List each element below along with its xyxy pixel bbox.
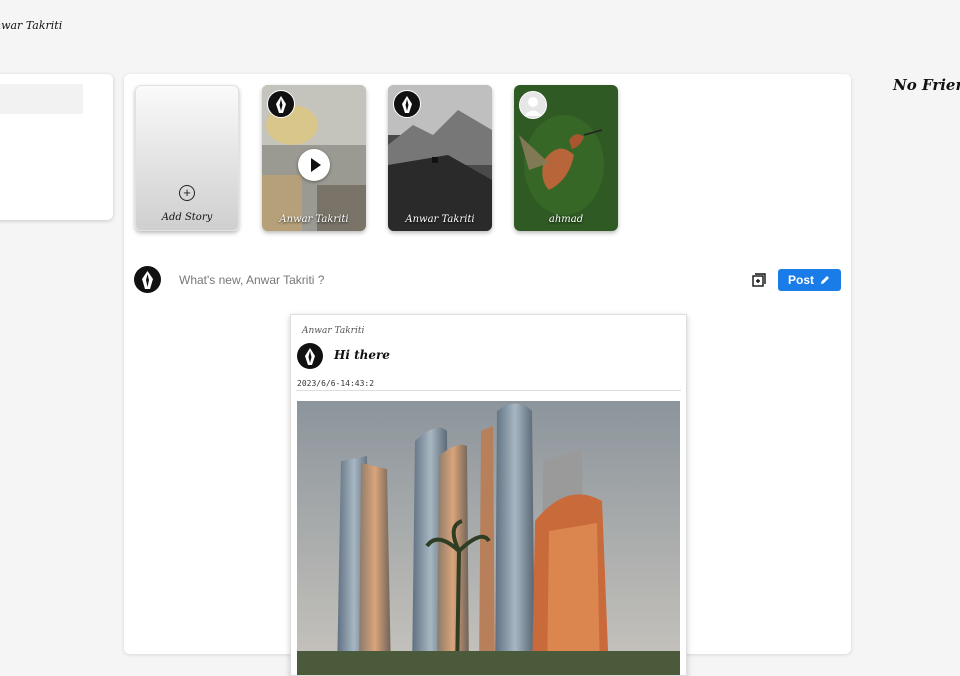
avatar[interactable] [134, 266, 161, 293]
story-card[interactable]: Anwar Takriti [388, 85, 492, 231]
avatar [519, 91, 547, 119]
post-card: Anwar Takriti Hi there 2023/6/6-14:43:2 [290, 314, 687, 676]
story-author: Anwar Takriti [279, 214, 349, 225]
header-user-name[interactable]: nwar Takriti [0, 19, 62, 32]
add-story-card[interactable]: + Add Story [135, 85, 239, 231]
left-sidebar-item[interactable] [0, 84, 83, 114]
story-card[interactable]: Anwar Takriti [262, 85, 366, 231]
feed-panel: + Add Story Anwar Takriti Anwar Takriti [124, 74, 851, 676]
story-author: Anwar Takriti [405, 214, 475, 225]
post-button[interactable]: Post [778, 269, 841, 291]
post-text: Hi there [334, 348, 390, 362]
plus-circle-icon: + [179, 185, 195, 201]
avatar [393, 90, 421, 118]
avatar[interactable] [297, 343, 323, 369]
pencil-icon [821, 276, 829, 284]
post-image[interactable] [297, 401, 680, 675]
add-story-label: Add Story [161, 212, 213, 223]
no-friends-label: No Friends [893, 76, 960, 94]
play-icon[interactable] [298, 149, 330, 181]
story-author: ahmad [548, 214, 584, 225]
avatar [267, 90, 295, 118]
post-author-name[interactable]: Anwar Takriti [302, 326, 364, 336]
divider [296, 390, 681, 391]
left-sidebar-panel [0, 74, 113, 220]
post-text-input[interactable] [177, 270, 741, 290]
story-card[interactable]: ahmad [514, 85, 618, 231]
post-button-label: Post [788, 273, 815, 287]
add-media-icon[interactable] [752, 273, 766, 287]
post-timestamp: 2023/6/6-14:43:2 [297, 379, 375, 388]
